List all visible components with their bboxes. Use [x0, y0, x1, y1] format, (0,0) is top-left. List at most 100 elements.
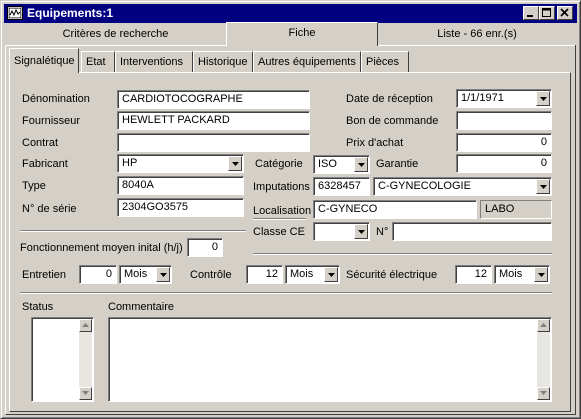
commentaire-scroll-up-button[interactable] — [537, 319, 550, 332]
window-app-icon[interactable] — [7, 6, 23, 20]
classe-ce-num-field[interactable] — [392, 222, 552, 241]
denomination-field[interactable]: CARDIOTOCOGRAPHE — [117, 90, 310, 109]
maximize-button[interactable] — [539, 6, 555, 20]
commentaire-scrollbar[interactable] — [537, 319, 550, 400]
imputations-label: Imputations — [253, 181, 310, 193]
commentaire-scroll-down-button[interactable] — [537, 387, 550, 400]
tab-historique[interactable]: Historique — [193, 51, 253, 72]
chevron-down-icon — [358, 163, 365, 167]
status-scroll-down-button[interactable] — [79, 387, 92, 400]
numero-serie-field[interactable]: 2304GO3575 — [117, 198, 244, 217]
entretien-field[interactable]: 0 — [79, 265, 117, 284]
date-reception-value: 1/1/1971 — [461, 92, 504, 104]
garantie-field[interactable]: 0 — [456, 154, 552, 173]
controle-label: Contrôle — [190, 269, 232, 281]
chevron-down-icon — [232, 162, 239, 166]
tab-criteres-recherche[interactable]: Critères de recherche — [5, 24, 226, 46]
fabricant-value: HP — [122, 157, 138, 169]
prix-achat-label: Prix d'achat — [346, 137, 404, 149]
fabricant-dropdown-button[interactable] — [228, 156, 242, 171]
categorie-value: ISO — [318, 158, 337, 170]
tab-liste[interactable]: Liste - 66 enr.(s) — [378, 24, 576, 46]
securite-unit-combo[interactable]: Mois — [494, 265, 550, 284]
commentaire-label: Commentaire — [108, 301, 175, 313]
categorie-combo[interactable]: ISO — [313, 155, 370, 174]
numero-serie-label: N° de série — [22, 203, 77, 215]
tab-fiche[interactable]: Fiche — [226, 22, 378, 46]
controle-unit: Mois — [290, 268, 314, 280]
maximize-icon — [542, 8, 551, 17]
contrat-field[interactable] — [117, 133, 310, 152]
securite-unit-dropdown-button[interactable] — [534, 267, 548, 282]
commentaire-textarea[interactable] — [108, 317, 552, 402]
tab-pieces[interactable]: Pièces — [361, 51, 409, 72]
imputations-combo[interactable]: C-GYNECOLOGIE — [373, 177, 552, 196]
controle-unit-dropdown-button[interactable] — [324, 267, 338, 282]
status-label: Status — [22, 301, 54, 313]
garantie-label: Garantie — [376, 158, 419, 170]
classe-ce-dropdown-button[interactable] — [354, 224, 368, 239]
chevron-down-icon — [540, 391, 547, 395]
tab-signaletique[interactable]: Signalétique — [9, 48, 79, 73]
chevron-down-icon — [358, 230, 365, 234]
fournisseur-field[interactable]: HEWLETT PACKARD — [117, 111, 310, 130]
controle-field[interactable]: 12 — [246, 265, 283, 284]
tab-etat[interactable]: Etat — [81, 51, 115, 72]
classe-ce-label: Classe CE — [253, 226, 305, 238]
left-separator — [20, 230, 246, 232]
prix-achat-field[interactable]: 0 — [456, 133, 552, 152]
tab-autres-equipements[interactable]: Autres équipements — [253, 51, 361, 72]
equipements-window: Equipements:1 Critères de recherche Fich… — [0, 0, 581, 419]
contrat-label: Contrat — [22, 137, 59, 149]
entretien-unit-combo[interactable]: Mois — [119, 265, 172, 284]
chevron-down-icon — [540, 185, 547, 189]
chevron-down-icon — [328, 273, 335, 277]
classe-ce-combo[interactable] — [313, 222, 370, 241]
type-field[interactable]: 8040A — [117, 176, 244, 195]
fonctionnement-field[interactable]: 0 — [187, 238, 223, 257]
status-scroll-up-button[interactable] — [79, 319, 92, 332]
close-button[interactable] — [557, 6, 573, 20]
chevron-up-icon — [82, 323, 89, 327]
controle-unit-combo[interactable]: Mois — [285, 265, 340, 284]
chevron-down-icon — [540, 97, 547, 101]
classe-ce-num-label: N° — [376, 226, 389, 238]
fabricant-combo[interactable]: HP — [117, 154, 244, 173]
denomination-label: Dénomination — [22, 93, 90, 105]
date-reception-label: Date de réception — [346, 93, 433, 105]
entretien-unit: Mois — [124, 268, 148, 280]
chevron-down-icon — [538, 273, 545, 277]
fonctionnement-label: Fonctionnement moyen inital (h/j) — [20, 242, 183, 254]
tab-interventions[interactable]: Interventions — [115, 51, 193, 72]
right-separator-short — [253, 218, 306, 220]
minimize-button[interactable] — [523, 6, 539, 20]
minimize-icon — [527, 15, 533, 17]
bottom-separator — [20, 292, 552, 294]
bon-commande-label: Bon de commande — [346, 115, 439, 127]
date-reception-combo[interactable]: 1/1/1971 — [456, 89, 552, 108]
bon-commande-field[interactable] — [456, 111, 552, 130]
title-bar[interactable]: Equipements:1 — [4, 4, 577, 23]
date-reception-dropdown-button[interactable] — [536, 91, 550, 106]
right-separator — [253, 253, 552, 255]
chevron-up-icon — [540, 323, 547, 327]
status-scrollbar[interactable] — [79, 319, 92, 400]
entretien-label: Entretien — [22, 269, 67, 281]
chevron-down-icon — [160, 273, 167, 277]
entretien-unit-dropdown-button[interactable] — [156, 267, 170, 282]
close-icon — [560, 8, 569, 17]
categorie-dropdown-button[interactable] — [354, 157, 368, 172]
fabricant-label: Fabricant — [22, 158, 68, 170]
localisation-label: Localisation — [253, 205, 312, 217]
localisation-field[interactable]: C-GYNECO — [313, 200, 477, 219]
status-list[interactable] — [31, 317, 94, 402]
imputations-code-field[interactable]: 6328457 — [313, 177, 370, 196]
chevron-down-icon — [82, 391, 89, 395]
categorie-label: Catégorie — [255, 158, 303, 170]
securite-field[interactable]: 12 — [455, 265, 492, 284]
securite-label: Sécurité électrique — [346, 269, 438, 281]
type-label: Type — [22, 180, 46, 192]
imputations-dropdown-button[interactable] — [536, 179, 550, 194]
securite-unit: Mois — [499, 268, 523, 280]
imputations-value: C-GYNECOLOGIE — [378, 180, 471, 192]
